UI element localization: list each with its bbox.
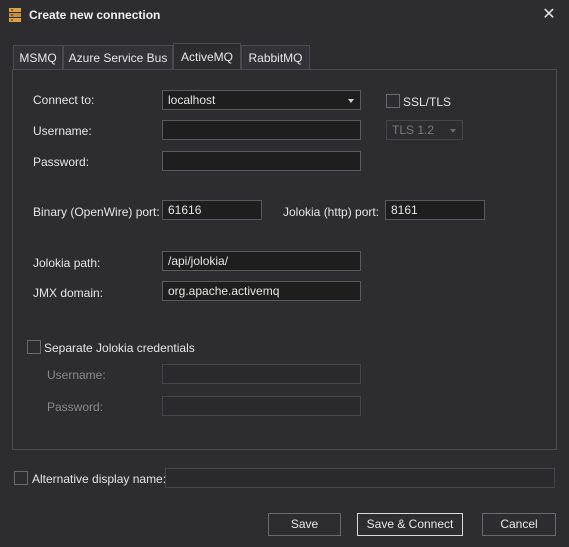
alt-display-name-label: Alternative display name: bbox=[32, 472, 167, 486]
tab-activemq[interactable]: ActiveMQ bbox=[173, 43, 241, 69]
chevron-down-icon bbox=[450, 129, 456, 133]
connect-to-label: Connect to: bbox=[33, 93, 95, 107]
tls-version-combo[interactable]: TLS 1.2 bbox=[386, 120, 463, 140]
ssl-checkbox[interactable] bbox=[386, 94, 400, 108]
jmx-domain-input[interactable]: org.apache.activemq bbox=[162, 281, 361, 301]
tls-version-value: TLS 1.2 bbox=[392, 123, 435, 137]
connect-to-value: localhost bbox=[168, 93, 216, 107]
ssl-label: SSL/TLS bbox=[403, 95, 452, 109]
username-label: Username: bbox=[33, 124, 92, 138]
tab-azure-service-bus[interactable]: Azure Service Bus bbox=[63, 45, 173, 69]
jolokia-password-input[interactable] bbox=[162, 396, 361, 416]
jolokia-username-label: Username: bbox=[47, 368, 106, 382]
jmx-domain-label: JMX domain: bbox=[33, 286, 104, 300]
jolokia-port-label: Jolokia (http) port: bbox=[283, 205, 380, 219]
close-icon[interactable]: ✕ bbox=[540, 6, 558, 24]
binary-port-input[interactable]: 61616 bbox=[162, 200, 262, 220]
password-label: Password: bbox=[33, 155, 90, 169]
chevron-down-icon bbox=[348, 99, 354, 103]
connect-to-combo[interactable]: localhost bbox=[162, 90, 361, 110]
server-icon bbox=[9, 8, 21, 22]
cancel-button[interactable]: Cancel bbox=[482, 513, 556, 536]
password-input[interactable] bbox=[162, 151, 361, 171]
tab-msmq[interactable]: MSMQ bbox=[13, 45, 63, 69]
separate-credentials-label: Separate Jolokia credentials bbox=[44, 341, 195, 355]
separate-credentials-checkbox[interactable] bbox=[27, 340, 41, 354]
save-button[interactable]: Save bbox=[268, 513, 341, 536]
tab-rabbitmq[interactable]: RabbitMQ bbox=[241, 45, 310, 69]
jolokia-path-label: Jolokia path: bbox=[33, 256, 101, 270]
jolokia-path-input[interactable]: /api/jolokia/ bbox=[162, 251, 361, 271]
jolokia-port-input[interactable]: 8161 bbox=[385, 200, 485, 220]
binary-port-label: Binary (OpenWire) port: bbox=[33, 205, 160, 219]
alt-display-name-input[interactable] bbox=[165, 468, 555, 488]
window-title: Create new connection bbox=[29, 8, 161, 22]
jolokia-password-label: Password: bbox=[47, 400, 104, 414]
username-input[interactable] bbox=[162, 120, 361, 140]
alt-display-name-checkbox[interactable] bbox=[14, 471, 28, 485]
save-connect-button[interactable]: Save & Connect bbox=[357, 513, 463, 536]
jolokia-username-input[interactable] bbox=[162, 364, 361, 384]
